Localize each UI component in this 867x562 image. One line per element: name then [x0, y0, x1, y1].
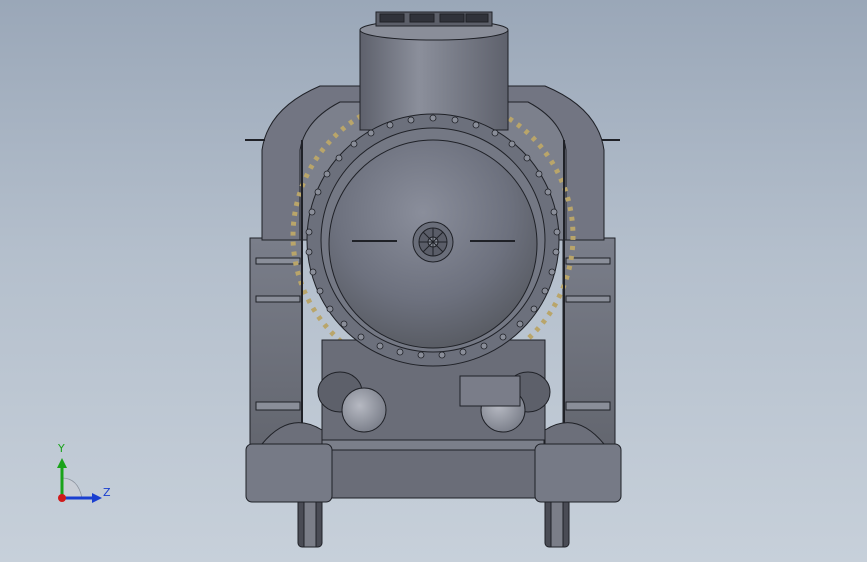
graphics-viewport[interactable]: Y Z: [0, 0, 867, 562]
x-axis-point: [58, 494, 66, 502]
y-axis-label: Y: [58, 442, 65, 455]
chimney: [359, 11, 509, 131]
z-axis-label: Z: [103, 486, 111, 499]
locomotive-model-front-view[interactable]: [0, 0, 867, 562]
right-wheel: [544, 496, 570, 548]
y-axis-arrowhead: [57, 458, 67, 468]
z-axis-arrowhead: [92, 493, 102, 503]
coupler-box: [459, 375, 521, 407]
left-side-frame: [249, 237, 303, 447]
left-wheel: [297, 496, 323, 548]
